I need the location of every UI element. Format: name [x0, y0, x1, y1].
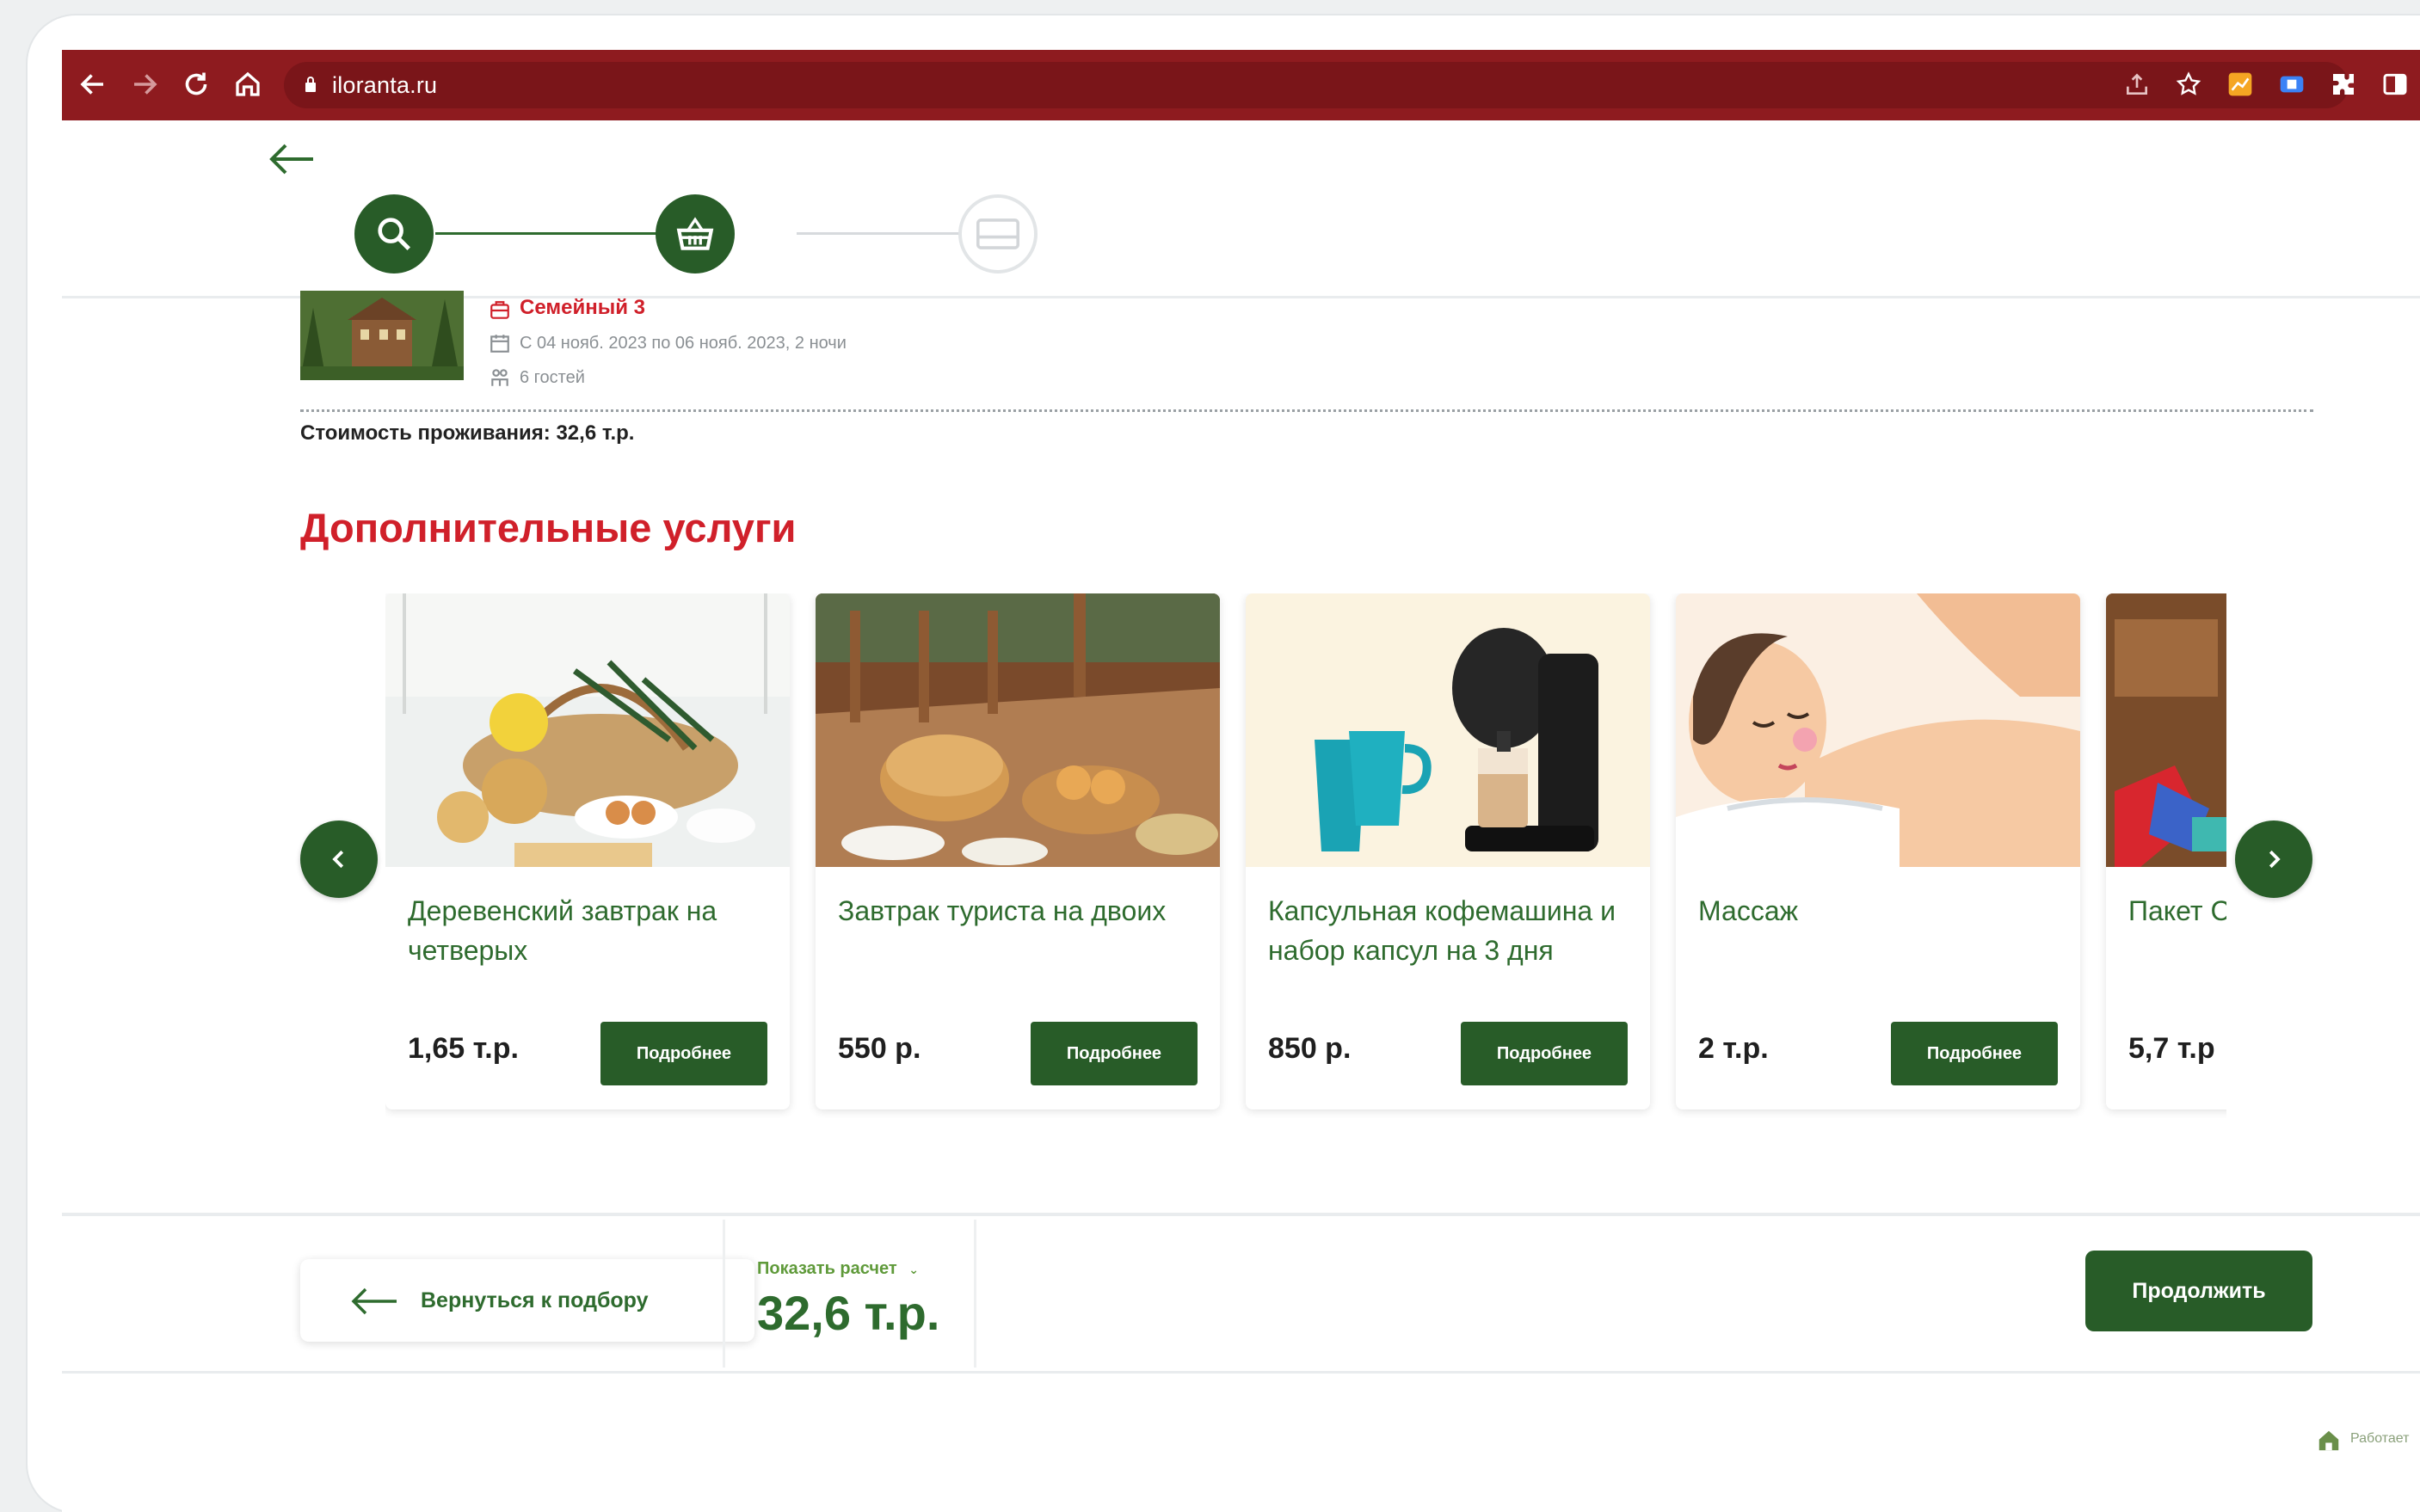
- services-carousel: Деревенский завтрак на четверых 1,65 т.р…: [385, 593, 2226, 1118]
- calendar-icon: [490, 335, 509, 353]
- browser-window: iloranta.ru Семейный 3 С 04 нояб. 2023 п…: [62, 50, 2420, 1512]
- basket-icon: [676, 217, 714, 250]
- room-thumbnail: [300, 291, 464, 380]
- service-card[interactable]: Капсульная кофемашина и набор капсул на …: [1246, 593, 1650, 1109]
- lock-icon: [305, 77, 316, 92]
- service-price: 850 р.: [1268, 1032, 1352, 1065]
- chevron-down-icon: ⌄: [908, 1263, 919, 1276]
- service-title: Деревенский завтрак на четверых: [408, 895, 717, 966]
- building-icon: [490, 301, 509, 319]
- service-image: [2106, 593, 2226, 867]
- arrow-left-icon: [351, 1288, 397, 1315]
- back-icon[interactable]: [77, 69, 108, 100]
- service-card[interactable]: Завтрак туриста на двоих 550 р. Подробне…: [816, 593, 1220, 1109]
- booking-stepper: [62, 120, 2420, 298]
- service-image: [816, 593, 1220, 867]
- details-button[interactable]: Подробнее: [1031, 1022, 1198, 1085]
- guests-count: 6 гостей: [520, 368, 585, 387]
- chevron-right-icon: [2269, 850, 2281, 869]
- browser-toolbar: iloranta.ru: [62, 50, 2420, 120]
- back-to-search-label: Вернуться к подбору: [421, 1288, 649, 1312]
- total-price: 32,6 т.р.: [757, 1286, 940, 1340]
- service-title: Пакет Семей: [2128, 895, 2226, 926]
- step-payment: [958, 194, 1038, 274]
- service-image: [1676, 593, 2080, 867]
- bookmark-star-icon[interactable]: [2175, 71, 2202, 98]
- details-button[interactable]: Подробнее: [1891, 1022, 2058, 1085]
- extension-chart-icon[interactable]: [2226, 71, 2254, 98]
- service-price: 5,7 т.р: [2128, 1032, 2215, 1065]
- service-price: 550 р.: [838, 1032, 921, 1065]
- back-arrow-icon[interactable]: [267, 142, 315, 176]
- stay-cost: Стоимость проживания: 32,6 т.р.: [300, 421, 635, 445]
- service-title: Массаж: [1698, 895, 1799, 926]
- service-image: [1246, 593, 1650, 867]
- details-button[interactable]: Подробнее: [1461, 1022, 1628, 1085]
- side-panel-icon[interactable]: [2381, 71, 2409, 98]
- divider: [974, 1220, 976, 1368]
- details-button[interactable]: Подробнее: [600, 1022, 767, 1085]
- address-bar[interactable]: iloranta.ru: [284, 62, 2349, 108]
- summary-divider: [300, 409, 2313, 412]
- services-title: Дополнительные услуги: [300, 505, 797, 550]
- back-to-search-button[interactable]: Вернуться к подбору: [300, 1259, 754, 1342]
- chevron-left-icon: [332, 850, 344, 869]
- service-title: Капсульная кофемашина и набор капсул на …: [1268, 895, 1616, 966]
- bottom-bar: Вернуться к подбору Показать расчет ⌄ 32…: [62, 1213, 2420, 1374]
- forward-icon[interactable]: [129, 69, 160, 100]
- share-icon[interactable]: [2123, 71, 2151, 98]
- service-title: Завтрак туриста на двоих: [838, 895, 1167, 926]
- carousel-next-button[interactable]: [2235, 821, 2312, 898]
- divider: [723, 1220, 725, 1368]
- carousel-prev-button[interactable]: [300, 821, 378, 898]
- reload-icon[interactable]: [181, 69, 212, 100]
- extensions-puzzle-icon[interactable]: [2330, 71, 2357, 98]
- stay-dates: С 04 нояб. 2023 по 06 нояб. 2023, 2 ночи: [520, 334, 847, 353]
- service-card[interactable]: Деревенский завтрак на четверых 1,65 т.р…: [385, 593, 790, 1109]
- extension-translate-icon[interactable]: [2278, 71, 2306, 98]
- service-price: 2 т.р.: [1698, 1032, 1769, 1065]
- home-icon[interactable]: [232, 69, 263, 100]
- service-price: 1,65 т.р.: [408, 1032, 519, 1065]
- step-basket[interactable]: [656, 194, 735, 274]
- step-search[interactable]: [354, 194, 434, 274]
- service-image: [385, 593, 790, 867]
- card-icon: [976, 218, 1019, 249]
- room-name[interactable]: Семейный 3: [520, 296, 645, 320]
- url-text: iloranta.ru: [332, 72, 438, 98]
- guests-icon: [491, 369, 508, 386]
- service-card[interactable]: Массаж 2 т.р. Подробнее: [1676, 593, 2080, 1109]
- house-icon: [2318, 1430, 2339, 1451]
- show-calculation-link[interactable]: Показать расчет ⌄: [757, 1259, 919, 1279]
- search-icon: [378, 218, 411, 251]
- continue-button[interactable]: Продолжить: [2085, 1251, 2312, 1331]
- service-card[interactable]: Пакет Семей 5,7 т.р Подробнее: [2106, 593, 2226, 1109]
